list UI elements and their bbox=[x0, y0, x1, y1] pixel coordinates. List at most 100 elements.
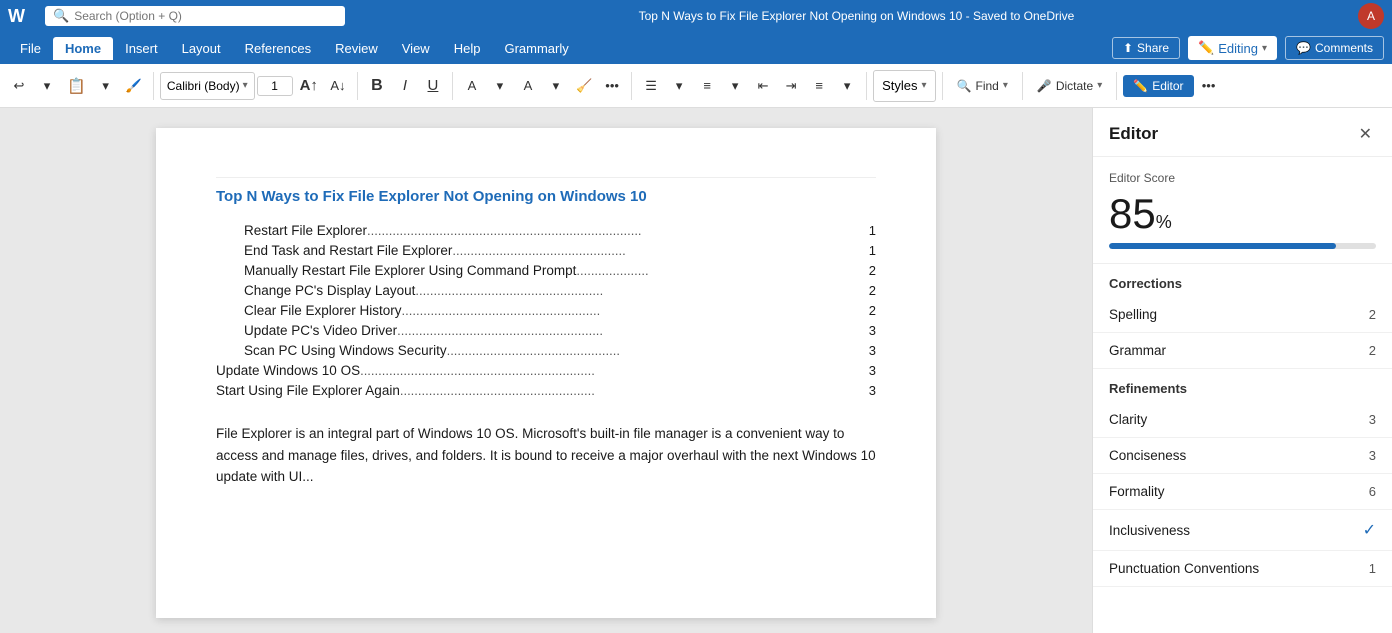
score-display: 85% bbox=[1109, 193, 1172, 235]
font-family-value: Calibri (Body) bbox=[167, 79, 240, 93]
document-area[interactable]: Top N Ways to Fix File Explorer Not Open… bbox=[0, 108, 1092, 633]
punctuation-count: 1 bbox=[1369, 561, 1376, 576]
bullet-list-button[interactable]: ☰ bbox=[638, 70, 664, 102]
tab-home[interactable]: Home bbox=[53, 37, 113, 60]
font-size-down[interactable]: A↓ bbox=[325, 70, 351, 102]
document-title: Top N Ways to Fix File Explorer Not Open… bbox=[216, 188, 876, 205]
toc-num-3: 2 bbox=[869, 263, 876, 278]
spelling-row[interactable]: Spelling 2 bbox=[1093, 297, 1392, 333]
dictate-button[interactable]: 🎤 Dictate ▾ bbox=[1029, 70, 1110, 102]
align-button[interactable]: ≡ bbox=[806, 70, 832, 102]
toc-item-4: Change PC's Display Layout .............… bbox=[216, 283, 876, 298]
chevron-down-icon: ▾ bbox=[1262, 43, 1267, 54]
corrections-header: Corrections bbox=[1093, 264, 1392, 297]
grammar-row[interactable]: Grammar 2 bbox=[1093, 333, 1392, 369]
clipboard-button[interactable]: 📋 bbox=[62, 70, 91, 102]
punctuation-label: Punctuation Conventions bbox=[1109, 561, 1259, 576]
font-size-input[interactable] bbox=[257, 76, 293, 96]
number-list-dropdown[interactable]: ▾ bbox=[722, 70, 748, 102]
punctuation-row[interactable]: Punctuation Conventions 1 bbox=[1093, 551, 1392, 587]
editing-label: Editing bbox=[1218, 41, 1258, 56]
more-tools[interactable]: ••• bbox=[1196, 70, 1222, 102]
clarity-row[interactable]: Clarity 3 bbox=[1093, 402, 1392, 438]
toc-item-2: End Task and Restart File Explorer .....… bbox=[216, 243, 876, 258]
tab-grammarly[interactable]: Grammarly bbox=[492, 37, 580, 60]
undo-button[interactable]: ↩ bbox=[6, 70, 32, 102]
dictate-label: Dictate bbox=[1056, 79, 1093, 93]
toc-num-7: 3 bbox=[869, 343, 876, 358]
tab-insert[interactable]: Insert bbox=[113, 37, 170, 60]
toc-item-5: Clear File Explorer History ............… bbox=[216, 303, 876, 318]
tab-references[interactable]: References bbox=[233, 37, 323, 60]
undo-dropdown[interactable]: ▾ bbox=[34, 70, 60, 102]
tab-file[interactable]: File bbox=[8, 37, 53, 60]
clear-format-button[interactable]: 🧹 bbox=[571, 70, 597, 102]
bold-button[interactable]: B bbox=[364, 70, 390, 102]
conciseness-count: 3 bbox=[1369, 448, 1376, 463]
font-color-dropdown[interactable]: ▾ bbox=[543, 70, 569, 102]
italic-button[interactable]: I bbox=[392, 70, 418, 102]
toc-item-7: Scan PC Using Windows Security .........… bbox=[216, 343, 876, 358]
toc-dots-4: ........................................… bbox=[415, 283, 862, 298]
search-input[interactable] bbox=[74, 9, 314, 23]
share-button[interactable]: ⬆ Share bbox=[1112, 37, 1180, 59]
score-percent: % bbox=[1156, 212, 1172, 232]
chevron-down-icon: ▾ bbox=[922, 80, 927, 91]
separator-3 bbox=[452, 72, 453, 100]
conciseness-row[interactable]: Conciseness 3 bbox=[1093, 438, 1392, 474]
score-row: 85% bbox=[1109, 193, 1376, 235]
toc-label-7: Scan PC Using Windows Security bbox=[244, 343, 447, 358]
separator-2 bbox=[357, 72, 358, 100]
comments-button[interactable]: 💬 Comments bbox=[1285, 36, 1384, 60]
formality-label: Formality bbox=[1109, 484, 1165, 499]
number-list-button[interactable]: ≡ bbox=[694, 70, 720, 102]
score-bar-fill bbox=[1109, 243, 1336, 249]
tab-layout[interactable]: Layout bbox=[170, 37, 233, 60]
editor-button[interactable]: ✏️ Editor bbox=[1123, 75, 1193, 97]
ribbon-tabs: File Home Insert Layout References Revie… bbox=[0, 32, 1392, 64]
toc-item-1: Restart File Explorer ..................… bbox=[216, 223, 876, 238]
font-color-button[interactable]: A bbox=[515, 70, 541, 102]
tab-review[interactable]: Review bbox=[323, 37, 390, 60]
underline-button[interactable]: U bbox=[420, 70, 446, 102]
document-page: Top N Ways to Fix File Explorer Not Open… bbox=[156, 128, 936, 618]
separator-5 bbox=[866, 72, 867, 100]
chevron-down-icon: ▾ bbox=[243, 80, 248, 91]
more-options[interactable]: ••• bbox=[599, 70, 625, 102]
chevron-down-icon: ▾ bbox=[1003, 80, 1008, 91]
toc-num-5: 2 bbox=[869, 303, 876, 318]
score-bar bbox=[1109, 243, 1376, 249]
editor-icon: ✏️ bbox=[1133, 79, 1148, 93]
format-painter[interactable]: 🖌️ bbox=[121, 70, 147, 102]
toc-num-8: 3 bbox=[869, 363, 876, 378]
find-button[interactable]: 🔍 Find ▾ bbox=[949, 70, 1016, 102]
toc-label-5: Clear File Explorer History bbox=[244, 303, 402, 318]
inclusiveness-label: Inclusiveness bbox=[1109, 523, 1190, 538]
document-title: Top N Ways to Fix File Explorer Not Open… bbox=[355, 9, 1358, 23]
separator-6 bbox=[942, 72, 943, 100]
highlight-dropdown[interactable]: ▾ bbox=[487, 70, 513, 102]
avatar[interactable]: A bbox=[1358, 3, 1384, 29]
font-family-dropdown[interactable]: Calibri (Body) ▾ bbox=[160, 72, 255, 100]
styles-button[interactable]: Styles ▾ bbox=[873, 70, 935, 102]
align-dropdown[interactable]: ▾ bbox=[834, 70, 860, 102]
increase-indent[interactable]: ⇥ bbox=[778, 70, 804, 102]
styles-label: Styles bbox=[882, 78, 917, 93]
spelling-count: 2 bbox=[1369, 307, 1376, 322]
tab-help[interactable]: Help bbox=[442, 37, 493, 60]
close-button[interactable]: ✕ bbox=[1355, 122, 1376, 146]
toc-label-4: Change PC's Display Layout bbox=[244, 283, 415, 298]
clarity-label: Clarity bbox=[1109, 412, 1147, 427]
toc-item-8: Update Windows 10 OS ...................… bbox=[216, 363, 876, 378]
bullet-list-dropdown[interactable]: ▾ bbox=[666, 70, 692, 102]
font-size-up[interactable]: A↑ bbox=[295, 70, 323, 102]
decrease-indent[interactable]: ⇤ bbox=[750, 70, 776, 102]
editing-button[interactable]: ✏️ Editing ▾ bbox=[1188, 36, 1277, 60]
clipboard-dropdown[interactable]: ▾ bbox=[93, 70, 119, 102]
formality-row[interactable]: Formality 6 bbox=[1093, 474, 1392, 510]
inclusiveness-row[interactable]: Inclusiveness ✓ bbox=[1093, 510, 1392, 551]
search-box[interactable]: 🔍 bbox=[45, 6, 345, 26]
highlight-button[interactable]: A bbox=[459, 70, 485, 102]
pencil-icon: ✏️ bbox=[1198, 40, 1214, 56]
tab-view[interactable]: View bbox=[390, 37, 442, 60]
